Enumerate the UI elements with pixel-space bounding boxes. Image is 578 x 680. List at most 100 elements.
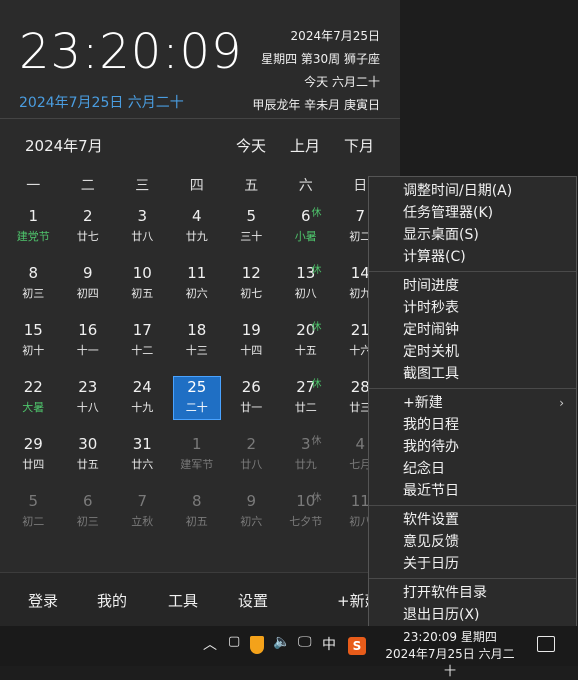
calendar-day[interactable]: 2 廿八 xyxy=(224,429,279,486)
bottom-bar: 登录 我的 工具 设置 +新建 xyxy=(0,573,400,626)
calendar-day[interactable]: 6 小暑 休 xyxy=(279,201,334,258)
menu-item[interactable]: 计时秒表 xyxy=(369,297,576,319)
day-number: 11 xyxy=(187,264,207,282)
calendar-day[interactable]: 20 十五 休 xyxy=(279,315,334,372)
calendar-day[interactable]: 26 廿一 xyxy=(224,372,279,429)
day-number: 2 xyxy=(82,207,93,225)
day-number: 5 xyxy=(246,207,257,225)
calendar-day[interactable]: 7 立秋 xyxy=(115,486,170,543)
calendar-day[interactable]: 17 十二 xyxy=(115,315,170,372)
rest-day-badge: 休 xyxy=(311,493,322,504)
menu-item[interactable]: 时间进度 xyxy=(369,275,576,297)
calendar-day[interactable]: 16 十一 xyxy=(61,315,116,372)
calendar-day[interactable]: 1 建军节 xyxy=(170,429,225,486)
calendar-day[interactable]: 9 初六 xyxy=(224,486,279,543)
calendar-day[interactable]: 15 初十 xyxy=(6,315,61,372)
calendar-day[interactable]: 30 廿五 xyxy=(61,429,116,486)
menu-item-label: 计算器(C) xyxy=(403,249,466,265)
day-number: 27 xyxy=(296,378,316,396)
calendar-day[interactable]: 10 初五 xyxy=(115,258,170,315)
calendar-day[interactable]: 22 大暑 xyxy=(6,372,61,429)
today-button[interactable]: 今天 xyxy=(236,135,266,156)
calendar-day[interactable]: 5 初二 xyxy=(6,486,61,543)
taskbar-clock[interactable]: 23:20:09 星期四 2024年7月25日 六月二十 xyxy=(380,629,520,680)
security-shield-icon[interactable] xyxy=(250,636,264,654)
lunar-label: 廿九 xyxy=(294,458,317,471)
menu-item[interactable]: +新建 › xyxy=(369,392,576,414)
day-number: 8 xyxy=(28,264,39,282)
menu-item[interactable]: 截图工具 xyxy=(369,363,576,385)
menu-item[interactable]: 关于日历 xyxy=(369,553,576,575)
prev-month-button[interactable]: 上月 xyxy=(290,135,320,156)
lunar-label: 十一 xyxy=(76,344,99,357)
calendar-day[interactable]: 2 廿七 xyxy=(61,201,116,258)
day-number: 9 xyxy=(82,264,93,282)
volume-icon[interactable]: 🔈 xyxy=(273,634,290,650)
menu-item[interactable]: 我的待办 xyxy=(369,436,576,458)
menu-item[interactable]: 软件设置 xyxy=(369,509,576,531)
weekday-label: 四 xyxy=(189,178,204,194)
divider xyxy=(0,118,400,119)
login-button[interactable]: 登录 xyxy=(28,590,58,611)
next-month-button[interactable]: 下月 xyxy=(344,135,374,156)
menu-item[interactable]: 退出日历(X) xyxy=(369,604,576,626)
day-number: 8 xyxy=(191,492,202,510)
calendar-day-today[interactable]: 25 二十 xyxy=(170,372,225,429)
day-number: 16 xyxy=(78,321,98,339)
menu-item[interactable]: 打开软件目录 xyxy=(369,582,576,604)
notification-center-icon[interactable] xyxy=(537,636,555,652)
show-hidden-icons-chevron-icon[interactable]: ︿ xyxy=(203,634,217,654)
calendar-day[interactable]: 31 廿六 xyxy=(115,429,170,486)
calendar-day[interactable]: 5 三十 xyxy=(224,201,279,258)
menu-item[interactable]: 最近节日 xyxy=(369,480,576,502)
menu-item[interactable]: 纪念日 xyxy=(369,458,576,480)
menu-item[interactable]: 调整时间/日期(A) xyxy=(369,180,576,202)
rest-day-badge: 休 xyxy=(311,208,322,219)
info-line: 星期四 第30周 狮子座 xyxy=(261,52,380,66)
lunar-label: 初四 xyxy=(76,287,99,300)
day-number: 30 xyxy=(78,435,98,453)
tray-app-icon[interactable]: ▢ xyxy=(228,634,240,649)
calendar-day[interactable]: 11 初六 xyxy=(170,258,225,315)
day-number: 3 xyxy=(137,207,148,225)
calendar-day[interactable]: 24 十九 xyxy=(115,372,170,429)
menu-item[interactable]: 定时闹钟 xyxy=(369,319,576,341)
calendar-day[interactable]: 8 初三 xyxy=(6,258,61,315)
menu-item[interactable]: 计算器(C) xyxy=(369,246,576,268)
mine-button[interactable]: 我的 xyxy=(97,590,127,611)
lunar-label: 廿五 xyxy=(76,458,99,471)
calendar-day[interactable]: 29 廿四 xyxy=(6,429,61,486)
calendar-day[interactable]: 1 建党节 xyxy=(6,201,61,258)
calendar-day[interactable]: 10 七夕节 休 xyxy=(279,486,334,543)
calendar-panel: 23:20:09 2024年7月25日 六月二十 2024年7月25日 星期四 … xyxy=(0,0,400,626)
sogou-ime-icon[interactable]: S xyxy=(348,637,366,655)
calendar-day[interactable]: 12 初七 xyxy=(224,258,279,315)
menu-item[interactable]: 定时关机 xyxy=(369,341,576,363)
calendar-day[interactable]: 8 初五 xyxy=(170,486,225,543)
menu-item[interactable]: 意见反馈 xyxy=(369,531,576,553)
menu-item[interactable]: 任务管理器(K) xyxy=(369,202,576,224)
calendar-day[interactable]: 4 廿九 xyxy=(170,201,225,258)
calendar-day[interactable]: 19 十四 xyxy=(224,315,279,372)
settings-button[interactable]: 设置 xyxy=(238,590,268,611)
calendar-day[interactable]: 6 初三 xyxy=(61,486,116,543)
calendar-day[interactable]: 9 初四 xyxy=(61,258,116,315)
input-method-indicator[interactable]: 中 xyxy=(322,634,336,654)
calendar-day[interactable]: 27 廿二 休 xyxy=(279,372,334,429)
menu-item[interactable]: 显示桌面(S) xyxy=(369,224,576,246)
calendar-day[interactable]: 3 廿九 休 xyxy=(279,429,334,486)
tools-button[interactable]: 工具 xyxy=(168,590,198,611)
lunar-label: 廿九 xyxy=(185,230,208,243)
calendar-day[interactable]: 23 十八 xyxy=(61,372,116,429)
calendar-day[interactable]: 3 廿八 xyxy=(115,201,170,258)
calendar-day[interactable]: 18 十三 xyxy=(170,315,225,372)
lunar-label: 廿八 xyxy=(240,458,263,471)
menu-separator xyxy=(369,578,576,579)
day-number: 24 xyxy=(132,378,152,396)
weekday-label: 五 xyxy=(244,178,259,194)
day-number: 26 xyxy=(241,378,261,396)
calendar-day[interactable]: 13 初八 休 xyxy=(279,258,334,315)
network-icon[interactable]: 🖵 xyxy=(298,634,312,650)
menu-item[interactable]: 我的日程 xyxy=(369,414,576,436)
day-number: 13 xyxy=(296,264,316,282)
